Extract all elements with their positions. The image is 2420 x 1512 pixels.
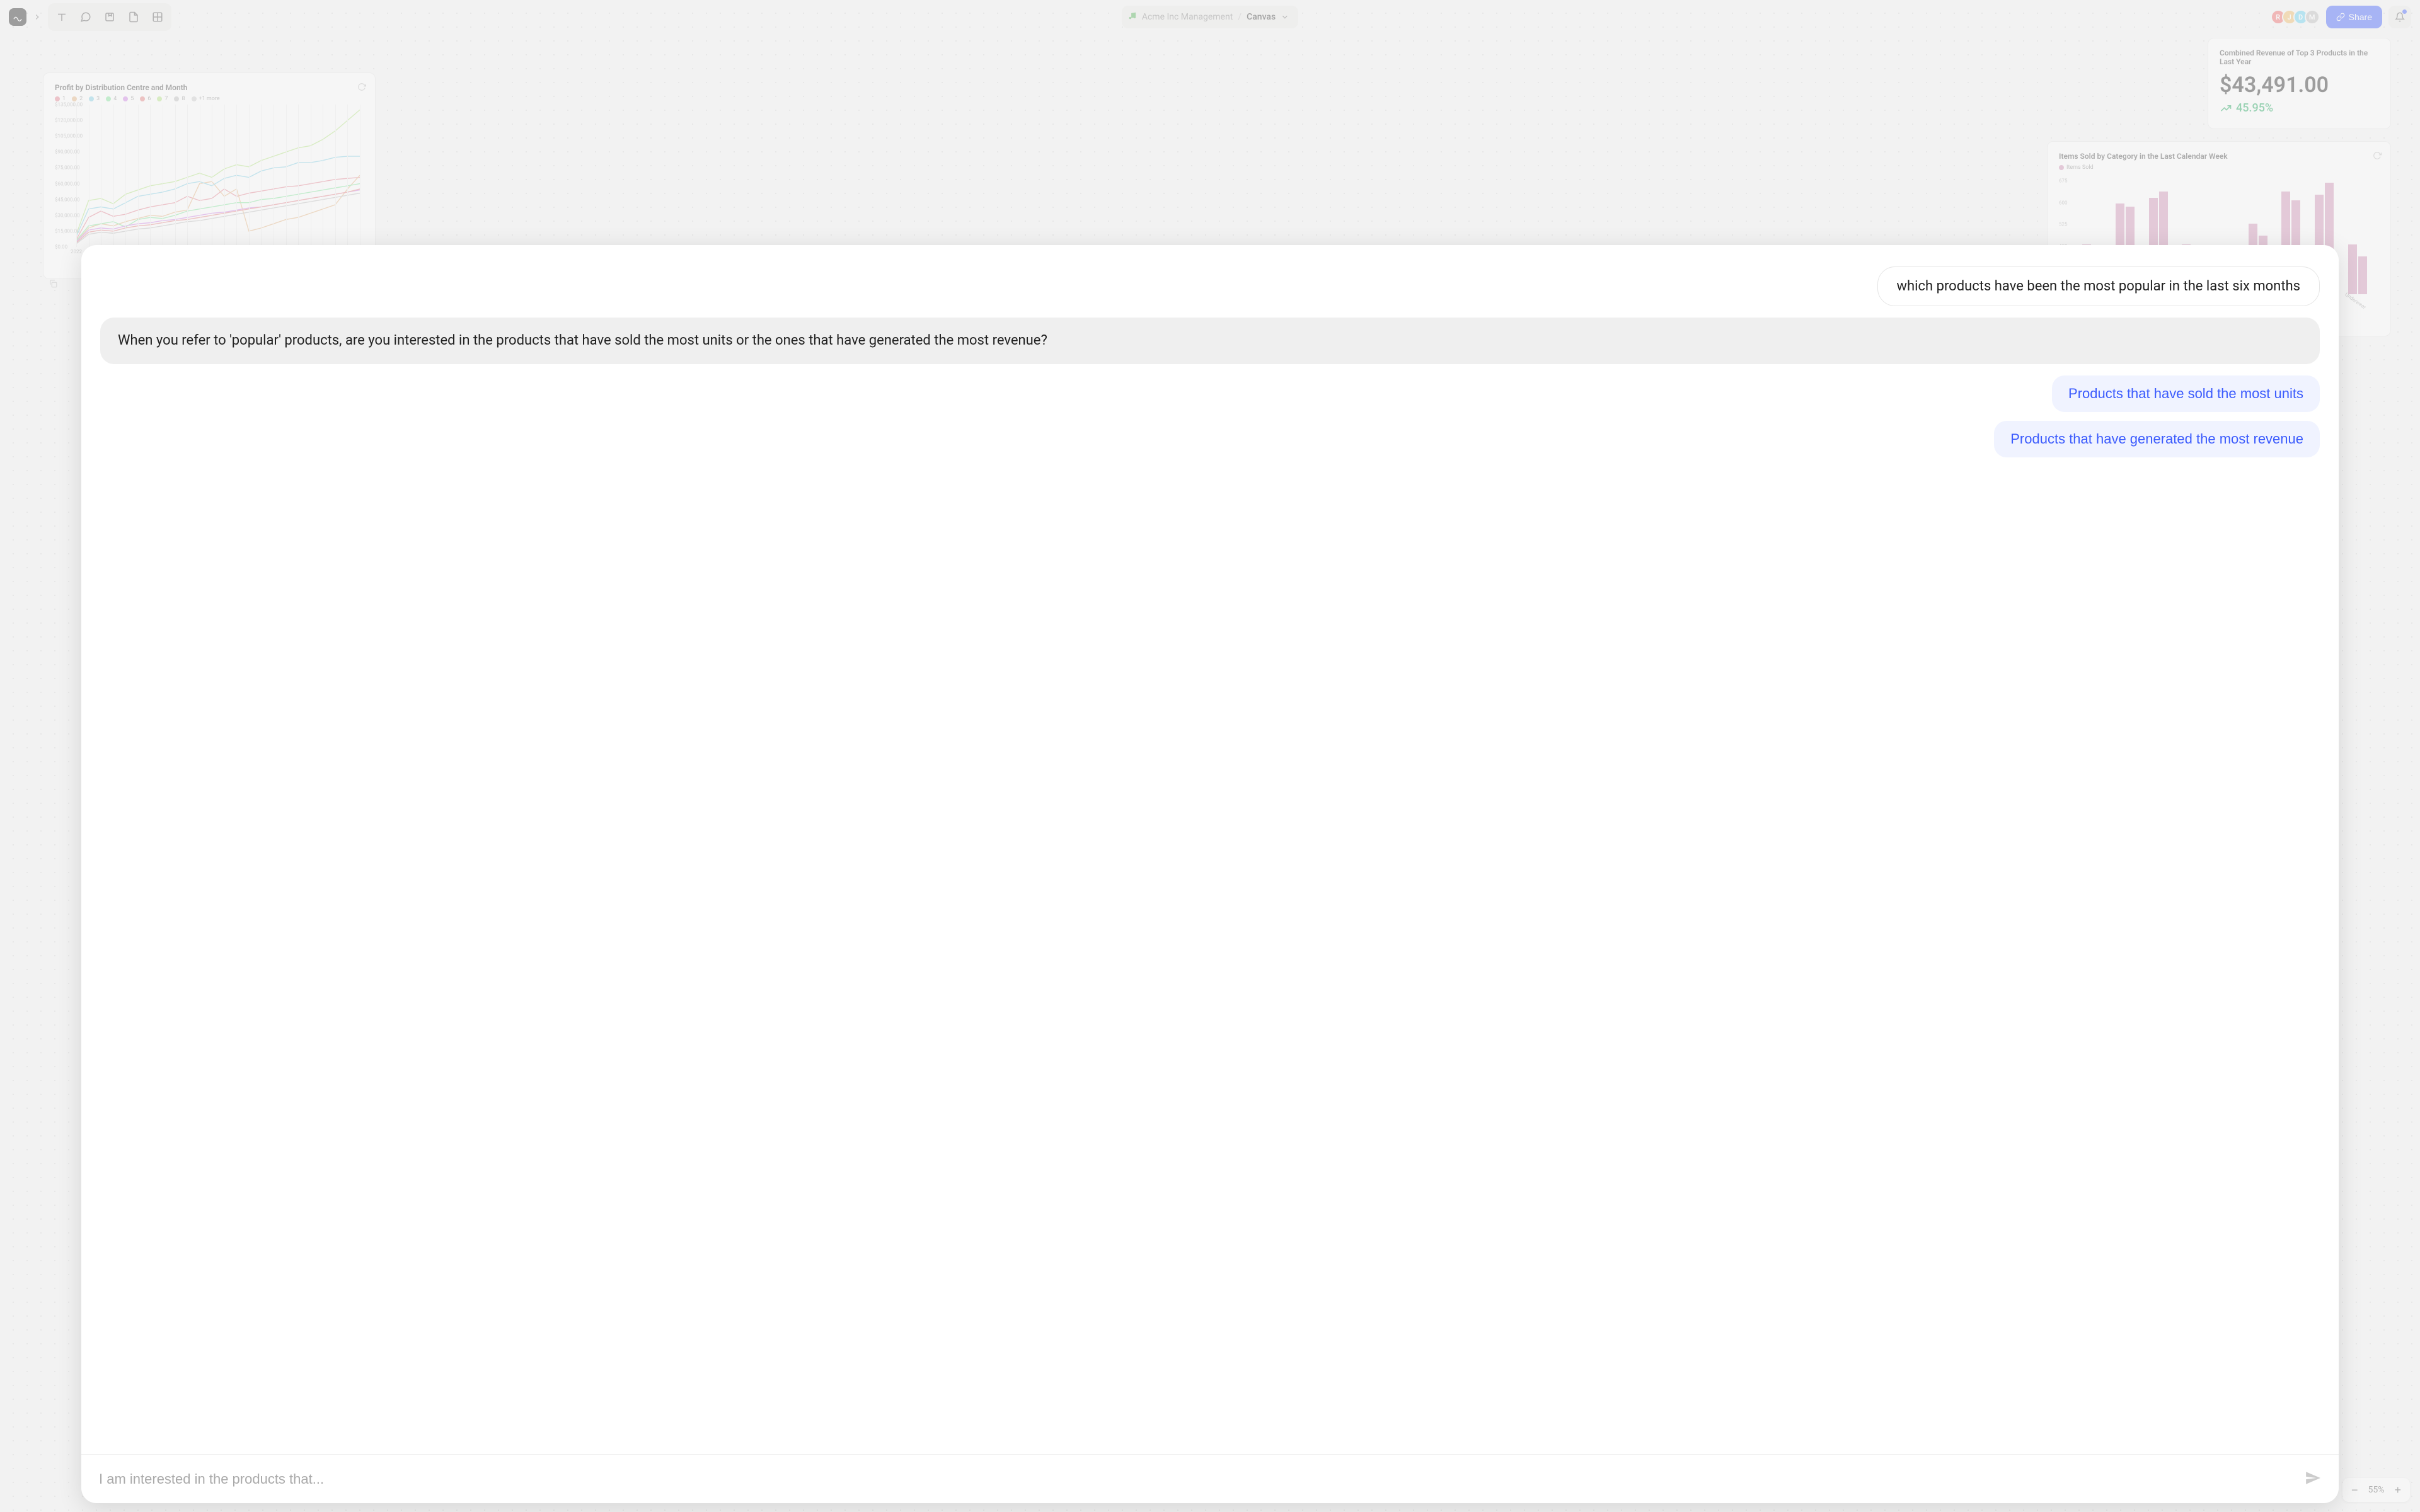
suggestion-most-units[interactable]: Products that have sold the most units [2052, 375, 2320, 412]
chat-user-message: which products have been the most popula… [100, 266, 2320, 306]
suggestion-most-revenue[interactable]: Products that have generated the most re… [1994, 421, 2320, 457]
send-icon [2305, 1470, 2321, 1486]
chat-assistant-message: When you refer to 'popular' products, ar… [100, 318, 2320, 364]
chat-suggestions: Products that have sold the most units P… [100, 375, 2320, 457]
chat-panel: which products have been the most popula… [81, 245, 2339, 1503]
chat-input-row [81, 1454, 2339, 1503]
send-button[interactable] [2305, 1470, 2321, 1489]
chat-body: which products have been the most popula… [81, 245, 2339, 1454]
chat-input[interactable] [99, 1471, 2297, 1487]
